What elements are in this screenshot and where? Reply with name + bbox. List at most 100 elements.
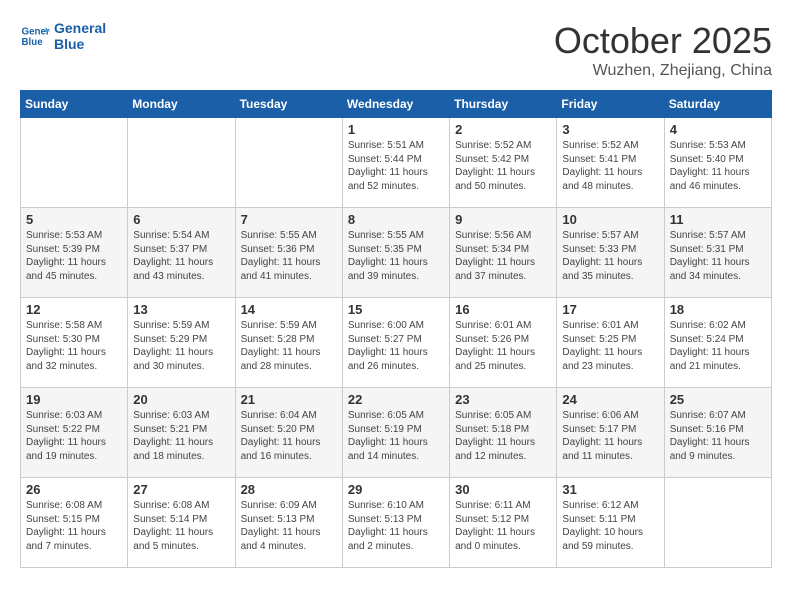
day-number: 11 xyxy=(670,212,766,227)
calendar-cell: 11 Sunrise: 5:57 AM Sunset: 5:31 PM Dayli… xyxy=(664,208,771,298)
day-number: 1 xyxy=(348,122,444,137)
day-number: 17 xyxy=(562,302,658,317)
calendar-cell: 10 Sunrise: 5:57 AM Sunset: 5:33 PM Dayli… xyxy=(557,208,664,298)
day-info: Sunrise: 5:56 AM Sunset: 5:34 PM Dayligh… xyxy=(455,229,551,283)
day-number: 14 xyxy=(241,302,337,317)
calendar-cell: 13 Sunrise: 5:59 AM Sunset: 5:29 PM Dayli… xyxy=(128,298,235,388)
calendar-cell: 30 Sunrise: 6:11 AM Sunset: 5:12 PM Dayli… xyxy=(450,478,557,568)
day-number: 4 xyxy=(670,122,766,137)
day-number: 5 xyxy=(26,212,122,227)
day-number: 8 xyxy=(348,212,444,227)
calendar-cell: 24 Sunrise: 6:06 AM Sunset: 5:17 PM Dayli… xyxy=(557,388,664,478)
calendar-cell: 28Sunrise: 6:09 AM Sunset: 5:13 PM Dayli… xyxy=(235,478,342,568)
day-number: 3 xyxy=(562,122,658,137)
day-info: Sunrise: 6:12 AM Sunset: 5:11 PM Dayligh… xyxy=(562,499,658,553)
day-info: Sunrise: 6:03 AM Sunset: 5:22 PM Dayligh… xyxy=(26,409,122,463)
weekday-header: Tuesday xyxy=(235,91,342,118)
day-number: 26 xyxy=(26,482,122,497)
day-number: 16 xyxy=(455,302,551,317)
calendar-cell: 25 Sunrise: 6:07 AM Sunset: 5:16 PM Dayli… xyxy=(664,388,771,478)
day-info: Sunrise: 6:11 AM Sunset: 5:12 PM Dayligh… xyxy=(455,499,551,553)
day-number: 23 xyxy=(455,392,551,407)
calendar-cell: 23 Sunrise: 6:05 AM Sunset: 5:18 PM Dayli… xyxy=(450,388,557,478)
day-info: Sunrise: 6:01 AM Sunset: 5:26 PM Dayligh… xyxy=(455,319,551,373)
calendar-cell: 12Sunrise: 5:58 AM Sunset: 5:30 PM Dayli… xyxy=(21,298,128,388)
weekday-header: Sunday xyxy=(21,91,128,118)
day-number: 20 xyxy=(133,392,229,407)
day-number: 7 xyxy=(241,212,337,227)
calendar-cell: 8 Sunrise: 5:55 AM Sunset: 5:35 PM Daylig… xyxy=(342,208,449,298)
day-number: 27 xyxy=(133,482,229,497)
day-info: Sunrise: 5:52 AM Sunset: 5:42 PM Dayligh… xyxy=(455,139,551,193)
calendar-cell: 15 Sunrise: 6:00 AM Sunset: 5:27 PM Dayli… xyxy=(342,298,449,388)
day-info: Sunrise: 6:07 AM Sunset: 5:16 PM Dayligh… xyxy=(670,409,766,463)
day-info: Sunrise: 5:59 AM Sunset: 5:29 PM Dayligh… xyxy=(133,319,229,373)
day-info: Sunrise: 5:53 AM Sunset: 5:40 PM Dayligh… xyxy=(670,139,766,193)
day-number: 24 xyxy=(562,392,658,407)
calendar-cell: 21 Sunrise: 6:04 AM Sunset: 5:20 PM Dayli… xyxy=(235,388,342,478)
day-number: 12 xyxy=(26,302,122,317)
day-info: Sunrise: 6:02 AM Sunset: 5:24 PM Dayligh… xyxy=(670,319,766,373)
calendar-title: October 2025 xyxy=(554,20,772,62)
calendar-cell: 9Sunrise: 5:56 AM Sunset: 5:34 PM Daylig… xyxy=(450,208,557,298)
calendar-cell: 7 Sunrise: 5:55 AM Sunset: 5:36 PM Daylig… xyxy=(235,208,342,298)
calendar-week-row: 1Sunrise: 5:51 AM Sunset: 5:44 PM Daylig… xyxy=(21,118,772,208)
calendar-cell: 29Sunrise: 6:10 AM Sunset: 5:13 PM Dayli… xyxy=(342,478,449,568)
weekday-header: Saturday xyxy=(664,91,771,118)
day-info: Sunrise: 5:57 AM Sunset: 5:31 PM Dayligh… xyxy=(670,229,766,283)
day-info: Sunrise: 6:05 AM Sunset: 5:18 PM Dayligh… xyxy=(455,409,551,463)
weekday-header: Monday xyxy=(128,91,235,118)
calendar-week-row: 19 Sunrise: 6:03 AM Sunset: 5:22 PM Dayli… xyxy=(21,388,772,478)
day-number: 18 xyxy=(670,302,766,317)
calendar-cell: 19 Sunrise: 6:03 AM Sunset: 5:22 PM Dayli… xyxy=(21,388,128,478)
day-info: Sunrise: 5:52 AM Sunset: 5:41 PM Dayligh… xyxy=(562,139,658,193)
day-number: 2 xyxy=(455,122,551,137)
calendar-cell: 27Sunrise: 6:08 AM Sunset: 5:14 PM Dayli… xyxy=(128,478,235,568)
day-info: Sunrise: 5:59 AM Sunset: 5:28 PM Dayligh… xyxy=(241,319,337,373)
weekday-header: Friday xyxy=(557,91,664,118)
day-info: Sunrise: 5:57 AM Sunset: 5:33 PM Dayligh… xyxy=(562,229,658,283)
day-info: Sunrise: 6:10 AM Sunset: 5:13 PM Dayligh… xyxy=(348,499,444,553)
day-number: 30 xyxy=(455,482,551,497)
calendar-cell xyxy=(21,118,128,208)
logo-blue-text: Blue xyxy=(54,36,106,52)
logo: General Blue General Blue xyxy=(20,20,106,52)
day-number: 21 xyxy=(241,392,337,407)
day-info: Sunrise: 6:09 AM Sunset: 5:13 PM Dayligh… xyxy=(241,499,337,553)
calendar-cell: 5 Sunrise: 5:53 AM Sunset: 5:39 PM Daylig… xyxy=(21,208,128,298)
day-number: 19 xyxy=(26,392,122,407)
logo-icon: General Blue xyxy=(20,21,50,51)
day-info: Sunrise: 6:04 AM Sunset: 5:20 PM Dayligh… xyxy=(241,409,337,463)
day-info: Sunrise: 6:03 AM Sunset: 5:21 PM Dayligh… xyxy=(133,409,229,463)
logo-text: General xyxy=(54,20,106,36)
day-info: Sunrise: 5:54 AM Sunset: 5:37 PM Dayligh… xyxy=(133,229,229,283)
calendar-cell: 18 Sunrise: 6:02 AM Sunset: 5:24 PM Dayli… xyxy=(664,298,771,388)
day-info: Sunrise: 6:00 AM Sunset: 5:27 PM Dayligh… xyxy=(348,319,444,373)
page-header: General Blue General Blue October 2025 W… xyxy=(20,20,772,80)
calendar-cell: 3 Sunrise: 5:52 AM Sunset: 5:41 PM Daylig… xyxy=(557,118,664,208)
day-number: 31 xyxy=(562,482,658,497)
day-info: Sunrise: 5:55 AM Sunset: 5:35 PM Dayligh… xyxy=(348,229,444,283)
calendar-cell xyxy=(235,118,342,208)
calendar-cell: 6Sunrise: 5:54 AM Sunset: 5:37 PM Daylig… xyxy=(128,208,235,298)
day-info: Sunrise: 6:01 AM Sunset: 5:25 PM Dayligh… xyxy=(562,319,658,373)
day-number: 10 xyxy=(562,212,658,227)
calendar-cell: 31 Sunrise: 6:12 AM Sunset: 5:11 PM Dayli… xyxy=(557,478,664,568)
day-number: 25 xyxy=(670,392,766,407)
calendar-week-row: 12Sunrise: 5:58 AM Sunset: 5:30 PM Dayli… xyxy=(21,298,772,388)
day-info: Sunrise: 6:08 AM Sunset: 5:15 PM Dayligh… xyxy=(26,499,122,553)
calendar-cell: 2 Sunrise: 5:52 AM Sunset: 5:42 PM Daylig… xyxy=(450,118,557,208)
calendar-cell: 17 Sunrise: 6:01 AM Sunset: 5:25 PM Dayli… xyxy=(557,298,664,388)
day-number: 13 xyxy=(133,302,229,317)
calendar-cell: 26 Sunrise: 6:08 AM Sunset: 5:15 PM Dayli… xyxy=(21,478,128,568)
calendar-cell: 14 Sunrise: 5:59 AM Sunset: 5:28 PM Dayli… xyxy=(235,298,342,388)
calendar-table: SundayMondayTuesdayWednesdayThursdayFrid… xyxy=(20,90,772,568)
svg-text:Blue: Blue xyxy=(22,37,44,48)
calendar-cell: 16 Sunrise: 6:01 AM Sunset: 5:26 PM Dayli… xyxy=(450,298,557,388)
day-number: 15 xyxy=(348,302,444,317)
day-info: Sunrise: 5:55 AM Sunset: 5:36 PM Dayligh… xyxy=(241,229,337,283)
calendar-cell: 20 Sunrise: 6:03 AM Sunset: 5:21 PM Dayli… xyxy=(128,388,235,478)
day-info: Sunrise: 6:06 AM Sunset: 5:17 PM Dayligh… xyxy=(562,409,658,463)
day-info: Sunrise: 5:53 AM Sunset: 5:39 PM Dayligh… xyxy=(26,229,122,283)
title-block: October 2025 Wuzhen, Zhejiang, China xyxy=(554,20,772,80)
